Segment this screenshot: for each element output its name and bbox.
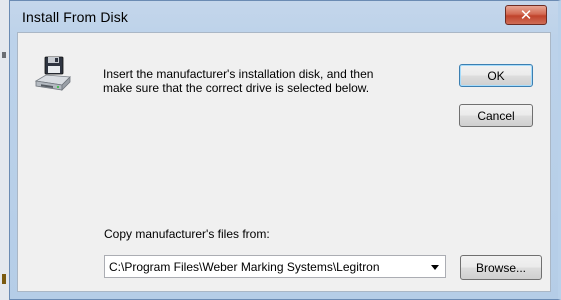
close-icon: ✕	[519, 6, 533, 24]
title-bar[interactable]: Install From Disk ✕	[10, 1, 558, 32]
background-edge-mark	[2, 52, 6, 58]
dropdown-arrow-icon[interactable]	[431, 265, 439, 270]
instruction-line-1: Insert the manufacturer's installation d…	[103, 67, 374, 81]
background-edge-mark	[2, 274, 6, 284]
instruction-message: Insert the manufacturer's installation d…	[103, 67, 433, 95]
ok-button[interactable]: OK	[459, 64, 533, 87]
copy-files-label: Copy manufacturer's files from:	[104, 227, 270, 241]
dialog-title: Install From Disk	[22, 9, 128, 25]
install-from-disk-dialog: Install From Disk ✕ Insert the manufactu…	[9, 0, 561, 300]
dialog-client-area: Insert the manufacturer's installation d…	[17, 32, 551, 292]
cancel-button[interactable]: Cancel	[459, 104, 533, 127]
background-window-edge	[0, 0, 9, 300]
close-button[interactable]: ✕	[505, 5, 547, 25]
source-path-combobox[interactable]: C:\Program Files\Weber Marking Systems\L…	[104, 255, 446, 278]
floppy-disk-drive-icon	[34, 56, 71, 91]
source-path-value[interactable]: C:\Program Files\Weber Marking Systems\L…	[109, 260, 380, 274]
browse-button[interactable]: Browse...	[460, 255, 542, 280]
instruction-line-2: make sure that the correct drive is sele…	[103, 81, 370, 95]
